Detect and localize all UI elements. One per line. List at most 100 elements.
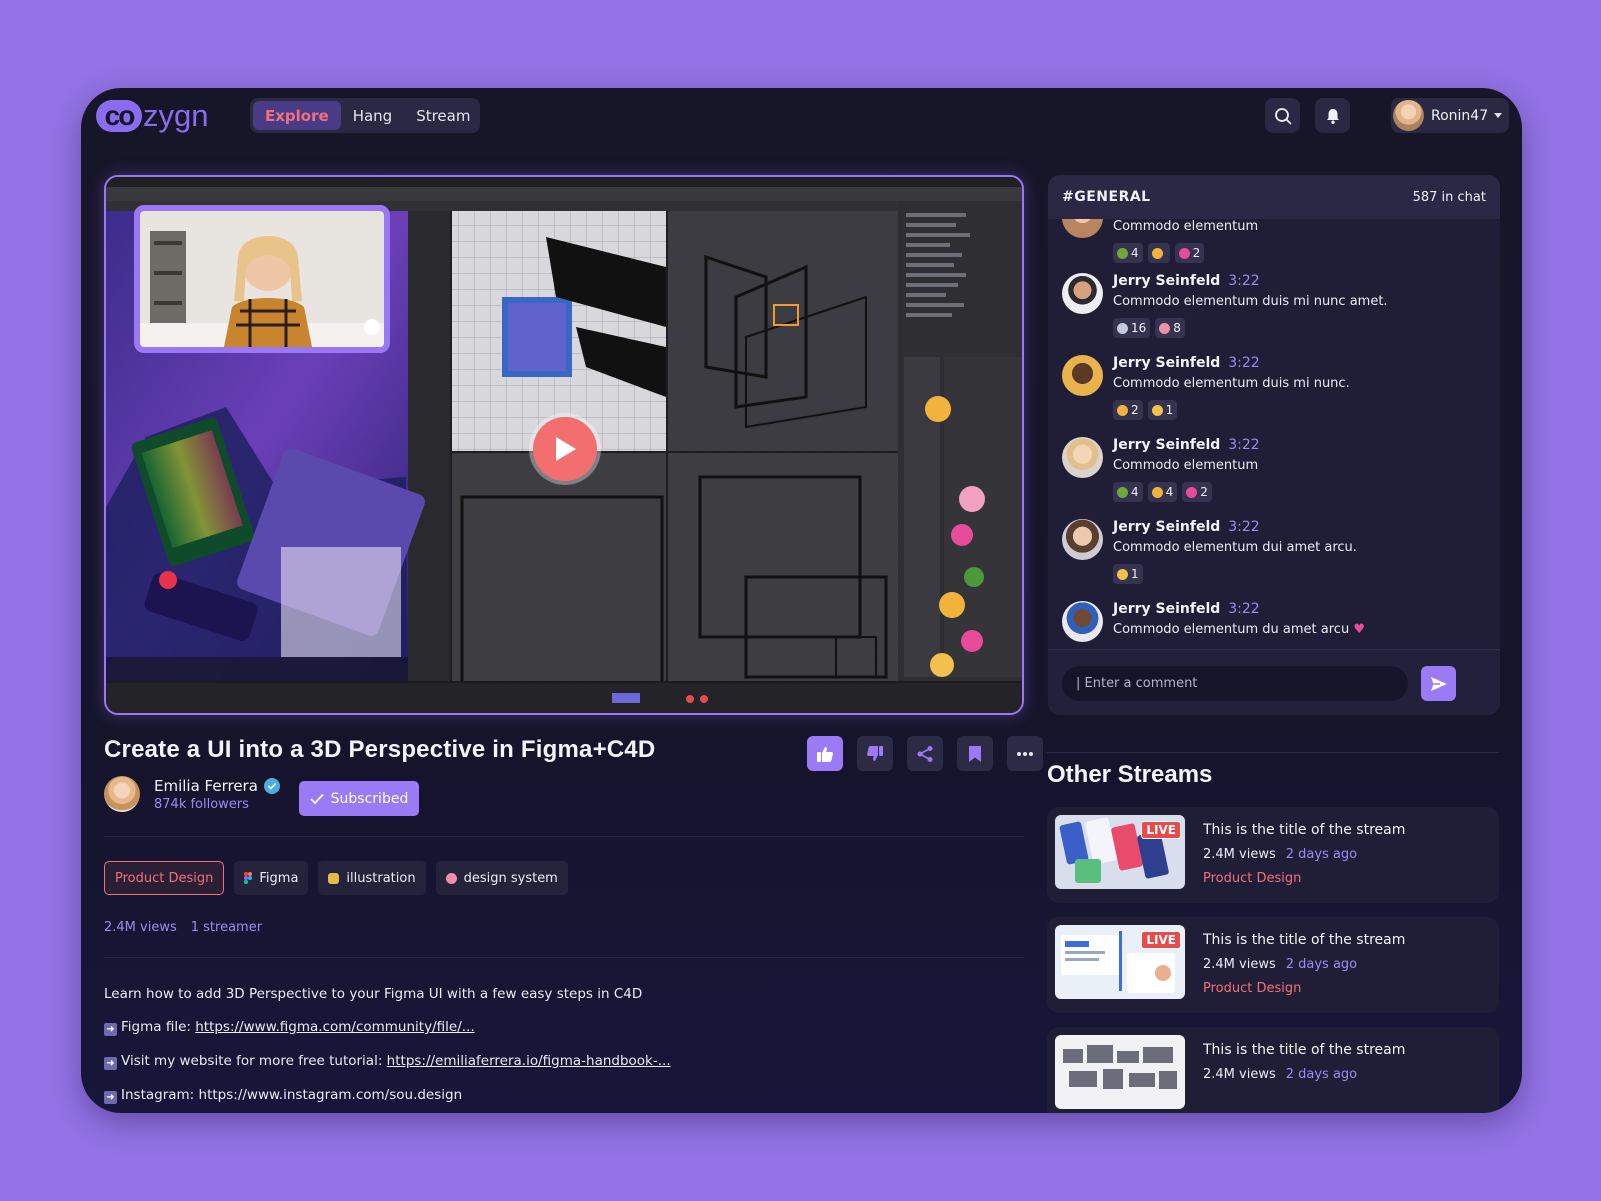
chat-message: Jerry Seinfeld 3:22 Commodo elementum dui… <box>1062 355 1350 420</box>
stream-views: 2.4M views <box>1203 957 1276 972</box>
creator-avatar[interactable] <box>104 776 140 812</box>
reaction-thumbs-up[interactable]: 1 <box>1113 564 1143 584</box>
creator-name[interactable]: Emilia Ferrera <box>154 777 258 795</box>
chat-author-name: Jerry Seinfeld <box>1113 273 1221 289</box>
video-player[interactable] <box>104 175 1024 715</box>
reaction-rocket[interactable]: 16 <box>1113 318 1151 338</box>
stream-card[interactable]: LIVE This is the title of the stream 2.4… <box>1047 917 1499 1013</box>
reaction-heart[interactable]: 2 <box>1182 482 1212 502</box>
user-avatar <box>1393 100 1424 131</box>
nav-hang[interactable]: Hang <box>341 101 405 130</box>
chat-message: Jerry Seinfeld 3:22 Commodo elementum 4 4… <box>1062 437 1260 502</box>
reaction-thumbs-up[interactable]: 1 <box>1147 400 1178 420</box>
user-menu[interactable]: Ronin47 <box>1391 98 1509 133</box>
chat-avatar <box>1062 219 1103 238</box>
divider <box>104 836 1024 837</box>
instagram-link[interactable]: https://www.instagram.com/sou.design <box>199 1087 463 1103</box>
check-icon <box>310 793 324 804</box>
nav-explore[interactable]: Explore <box>253 101 341 130</box>
reaction-count: 2 <box>1192 246 1201 260</box>
subscribe-button[interactable]: Subscribed <box>299 781 419 816</box>
like-icon <box>817 746 833 762</box>
notifications-button[interactable] <box>1315 98 1350 133</box>
tag-illustration[interactable]: illustration <box>318 861 426 895</box>
stream-category[interactable]: Product Design <box>1203 981 1301 996</box>
chat-text: Commodo elementum duis mi nunc. <box>1113 376 1350 391</box>
reaction-plant[interactable]: 4 <box>1113 482 1143 502</box>
stream-views: 2.4M views <box>1203 847 1276 862</box>
stream-thumbnail[interactable]: LIVE <box>1055 815 1185 889</box>
stream-meta: 2.4M views 2 days ago <box>1203 957 1357 972</box>
chat-message-body: Jerry Seinfeld 3:22 Commodo elementum du … <box>1113 601 1365 642</box>
play-icon <box>556 437 576 461</box>
tag-label: Figma <box>259 870 299 886</box>
description-link-row: ➜ Figma file: https://www.figma.com/commu… <box>104 1019 671 1036</box>
other-streams-heading: Other Streams <box>1047 761 1213 788</box>
link-prefix: Visit my website for more free tutorial: <box>121 1053 387 1069</box>
like-button[interactable] <box>807 736 843 771</box>
send-button[interactable] <box>1421 666 1456 701</box>
chat-panel: #GENERAL 587 in chat Commodo elementum 4… <box>1048 175 1500 715</box>
creator-followers: 874k followers <box>154 796 249 812</box>
tag-design-system[interactable]: design system <box>435 861 568 895</box>
search-button[interactable] <box>1265 98 1300 133</box>
stream-card[interactable]: This is the title of the stream 2.4M vie… <box>1047 1027 1499 1113</box>
picture-in-picture[interactable] <box>134 205 390 353</box>
stream-thumbnail[interactable]: LIVE <box>1055 925 1185 999</box>
heart-icon <box>1186 486 1198 498</box>
reaction-plant[interactable]: 4 <box>1113 243 1143 263</box>
stream-title[interactable]: This is the title of the stream <box>1203 822 1405 838</box>
more-button[interactable] <box>1007 736 1043 771</box>
brain-icon <box>445 872 457 884</box>
stream-title[interactable]: This is the title of the stream <box>1203 1042 1405 1058</box>
heart-eyes-icon <box>1151 247 1163 259</box>
reaction-count: 1 <box>1165 403 1174 417</box>
thumbnail-image <box>1055 1035 1185 1109</box>
arrow-right-icon: ➜ <box>104 1023 117 1036</box>
logo[interactable]: co zygn <box>96 98 208 134</box>
description-text: Learn how to add 3D Perspective to your … <box>104 986 643 1002</box>
chat-message-body: Commodo elementum 4 2 <box>1113 219 1258 263</box>
description-link-row: ➜ Instagram: https://www.instagram.com/so… <box>104 1087 671 1104</box>
reaction-thinking[interactable]: 2 <box>1113 400 1143 420</box>
divider <box>104 957 1024 958</box>
chat-message-body: Jerry Seinfeld 3:22 Commodo elementum dui… <box>1113 355 1350 420</box>
chat-channel: #GENERAL <box>1062 189 1151 205</box>
streamer-count: 1 streamer <box>190 920 263 935</box>
chat-author: Jerry Seinfeld 3:22 <box>1113 273 1388 289</box>
stream-thumbnail[interactable] <box>1055 1035 1185 1109</box>
reaction-heart[interactable]: 2 <box>1174 243 1205 263</box>
stream-title[interactable]: This is the title of the stream <box>1203 932 1405 948</box>
play-button[interactable] <box>533 417 597 481</box>
heart-eyes-icon <box>1151 486 1163 498</box>
chat-avatar <box>1062 519 1103 560</box>
reaction-heart-eyes[interactable] <box>1147 243 1170 263</box>
reaction-heart-eyes[interactable]: 4 <box>1147 482 1178 502</box>
user-name: Ronin47 <box>1431 107 1489 124</box>
stream-meta: 2.4M views 2 days ago <box>1203 847 1357 862</box>
chat-message: Jerry Seinfeld 3:22 Commodo elementum dui… <box>1062 273 1388 338</box>
video-stats: 2.4M views 1 streamer <box>104 920 262 935</box>
stream-category[interactable]: Product Design <box>1203 871 1301 886</box>
more-icon <box>1017 751 1033 756</box>
website-link[interactable]: https://emiliaferrera.io/figma-handbook-… <box>387 1053 671 1069</box>
nav-stream[interactable]: Stream <box>404 101 482 130</box>
tag-product-design[interactable]: Product Design <box>104 861 225 895</box>
stream-card[interactable]: LIVE This is the title of the stream 2.4… <box>1047 807 1499 903</box>
chat-author-name: Jerry Seinfeld <box>1113 601 1221 617</box>
chat-text-row: Commodo elementum du amet arcu ♥ <box>1113 622 1365 637</box>
share-icon <box>917 745 933 762</box>
dislike-button[interactable] <box>857 736 893 771</box>
bookmark-button[interactable] <box>957 736 993 771</box>
figma-icon <box>244 872 253 884</box>
comment-input[interactable] <box>1062 666 1408 701</box>
rocket-icon <box>1117 322 1128 334</box>
figma-file-link[interactable]: https://www.figma.com/community/file/... <box>195 1019 474 1035</box>
chat-author: Jerry Seinfeld 3:22 <box>1113 355 1350 371</box>
share-button[interactable] <box>907 736 943 771</box>
tag-figma[interactable]: Figma <box>234 861 309 895</box>
reaction-list: 4 4 2 <box>1113 482 1260 502</box>
chat-avatar <box>1062 437 1103 478</box>
chat-messages[interactable]: Commodo elementum 4 2 Jerry Seinfeld 3:22… <box>1048 219 1500 649</box>
reaction-brain[interactable]: 8 <box>1155 318 1185 338</box>
